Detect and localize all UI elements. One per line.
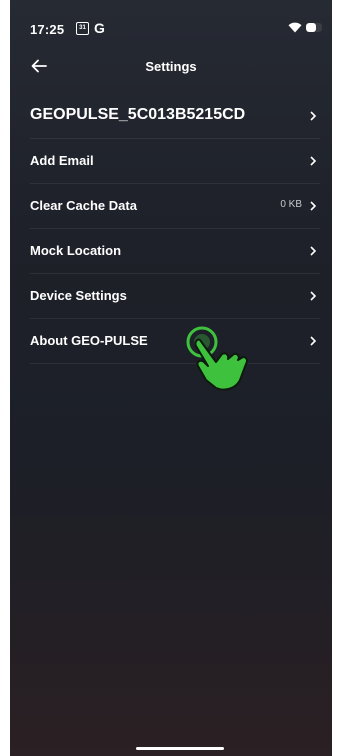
- device-settings-label: Device Settings: [30, 288, 127, 303]
- about-geo-pulse-row[interactable]: About GEO-PULSE: [30, 319, 320, 364]
- header-bar: Settings: [10, 50, 332, 84]
- mock-location-label: Mock Location: [30, 243, 122, 258]
- about-geo-pulse-label: About GEO-PULSE: [30, 333, 148, 348]
- clear-cache-label: Clear Cache Data: [30, 198, 137, 213]
- settings-list: GEOPULSE_5C013B5215CD Add Email Clear Ca…: [10, 94, 332, 364]
- home-indicator[interactable]: [136, 747, 224, 750]
- settings-screen: 17:25 31 G Settings GEOPULSE_5C013B5215C…: [10, 0, 332, 756]
- device-name-row[interactable]: GEOPULSE_5C013B5215CD: [30, 94, 320, 139]
- device-name-label: GEOPULSE_5C013B5215CD: [30, 106, 246, 123]
- cache-size-value: 0 KB: [280, 199, 302, 210]
- device-settings-row[interactable]: Device Settings: [30, 274, 320, 319]
- add-email-row[interactable]: Add Email: [30, 139, 320, 184]
- calendar-icon: 31: [76, 22, 89, 35]
- chevron-right-icon: [310, 291, 317, 301]
- mock-location-row[interactable]: Mock Location: [30, 229, 320, 274]
- battery-icon: [306, 23, 322, 32]
- page-title: Settings: [145, 59, 197, 74]
- chevron-right-icon: [310, 201, 317, 211]
- add-email-label: Add Email: [30, 153, 94, 168]
- chevron-right-icon: [310, 336, 317, 346]
- clear-cache-row[interactable]: Clear Cache Data 0 KB: [30, 184, 320, 229]
- wifi-icon: [288, 22, 302, 33]
- tap-hand-icon: [186, 326, 248, 391]
- chevron-right-icon: [310, 111, 317, 121]
- status-bar: 17:25 31 G: [10, 0, 332, 50]
- chevron-right-icon: [310, 246, 317, 256]
- chevron-right-icon: [310, 156, 317, 166]
- google-icon: G: [94, 20, 105, 36]
- status-time: 17:25: [30, 22, 65, 37]
